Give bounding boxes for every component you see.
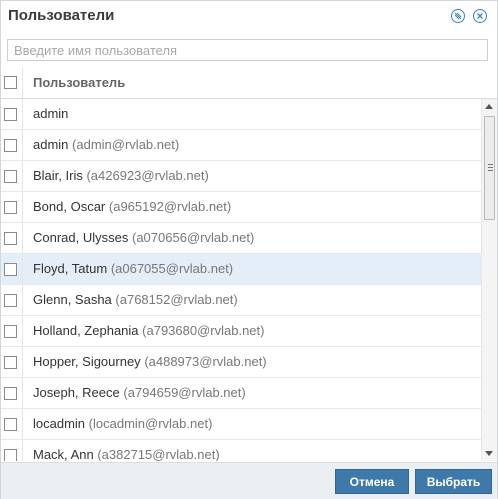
grid-header: Пользователь bbox=[1, 68, 497, 99]
user-email: (a070656@rvlab.net) bbox=[132, 230, 255, 245]
dialog-title: Пользователи bbox=[8, 7, 115, 24]
column-divider bbox=[22, 440, 23, 461]
user-list: admin admin (admin@rvlab.net) Blair, Iris … bbox=[1, 99, 481, 461]
column-divider bbox=[22, 347, 23, 377]
column-divider bbox=[22, 99, 23, 129]
row-checkbox[interactable] bbox=[4, 108, 17, 121]
user-row[interactable]: Floyd, Tatum (a067055@rvlab.net) bbox=[1, 254, 481, 285]
user-email: (a768152@rvlab.net) bbox=[115, 292, 238, 307]
user-name: Mack, Ann bbox=[33, 447, 94, 461]
row-checkbox[interactable] bbox=[4, 139, 17, 152]
user-cell: admin (admin@rvlab.net) bbox=[33, 137, 179, 152]
user-email: (admin@rvlab.net) bbox=[72, 137, 180, 152]
column-divider bbox=[22, 285, 23, 315]
row-checkbox[interactable] bbox=[4, 387, 17, 400]
column-divider bbox=[22, 130, 23, 160]
scroll-up-arrow-icon[interactable] bbox=[485, 104, 493, 109]
user-row[interactable]: Holland, Zephania (a793680@rvlab.net) bbox=[1, 316, 481, 347]
column-divider bbox=[22, 68, 23, 98]
user-email: (a965192@rvlab.net) bbox=[108, 199, 232, 214]
grip-line bbox=[488, 164, 493, 165]
row-checkbox[interactable] bbox=[4, 201, 17, 214]
users-dialog: Пользователи Пользователь adminadmin (ad… bbox=[0, 0, 498, 499]
column-divider bbox=[22, 161, 23, 191]
user-row[interactable]: Glenn, Sasha (a768152@rvlab.net) bbox=[1, 285, 481, 316]
user-name: Blair, Iris bbox=[33, 168, 83, 183]
row-checkbox[interactable] bbox=[4, 356, 17, 369]
user-cell: Conrad, Ulysses (a070656@rvlab.net) bbox=[33, 230, 254, 245]
help-icon[interactable] bbox=[451, 9, 465, 23]
grip-line bbox=[488, 170, 493, 171]
row-checkbox[interactable] bbox=[4, 449, 17, 461]
user-email: (locadmin@rvlab.net) bbox=[88, 416, 213, 431]
user-cell: admin bbox=[33, 106, 68, 121]
user-cell: Glenn, Sasha (a768152@rvlab.net) bbox=[33, 292, 238, 307]
user-email: (a793680@rvlab.net) bbox=[142, 323, 265, 338]
user-email: (a488973@rvlab.net) bbox=[144, 354, 267, 369]
column-divider bbox=[22, 316, 23, 346]
column-divider bbox=[22, 223, 23, 253]
user-row[interactable]: admin (admin@rvlab.net) bbox=[1, 130, 481, 161]
row-checkbox[interactable] bbox=[4, 418, 17, 431]
user-search-input[interactable] bbox=[7, 39, 488, 61]
user-cell: Holland, Zephania (a793680@rvlab.net) bbox=[33, 323, 264, 338]
column-header-user[interactable]: Пользователь bbox=[33, 75, 125, 90]
user-row[interactable]: locadmin (locadmin@rvlab.net) bbox=[1, 409, 481, 440]
user-row[interactable]: Blair, Iris (a426923@rvlab.net) bbox=[1, 161, 481, 192]
vertical-scrollbar[interactable] bbox=[481, 99, 497, 461]
row-checkbox[interactable] bbox=[4, 294, 17, 307]
select-button[interactable]: Выбрать bbox=[415, 469, 492, 494]
close-icon[interactable] bbox=[473, 9, 487, 23]
user-cell: Hopper, Sigourney (a488973@rvlab.net) bbox=[33, 354, 267, 369]
user-row[interactable]: Conrad, Ulysses (a070656@rvlab.net) bbox=[1, 223, 481, 254]
user-row[interactable]: Hopper, Sigourney (a488973@rvlab.net) bbox=[1, 347, 481, 378]
cancel-button[interactable]: Отмена bbox=[335, 469, 409, 494]
user-email: (a426923@rvlab.net) bbox=[86, 168, 209, 183]
user-name: admin bbox=[33, 106, 69, 121]
user-row[interactable]: admin bbox=[1, 99, 481, 130]
user-cell: locadmin (locadmin@rvlab.net) bbox=[33, 416, 212, 431]
user-email: (a067055@rvlab.net) bbox=[110, 261, 234, 276]
user-email: (a794659@rvlab.net) bbox=[123, 385, 246, 400]
row-checkbox[interactable] bbox=[4, 170, 17, 183]
user-cell: Blair, Iris (a426923@rvlab.net) bbox=[33, 168, 209, 183]
user-cell: Mack, Ann (a382715@rvlab.net) bbox=[33, 447, 220, 461]
user-name: admin bbox=[33, 137, 69, 152]
user-name: Glenn, Sasha bbox=[33, 292, 112, 307]
user-cell: Bond, Oscar (a965192@rvlab.net) bbox=[33, 199, 231, 214]
user-name: Holland, Zephania bbox=[33, 323, 139, 338]
column-divider bbox=[22, 378, 23, 408]
dialog-titlebar: Пользователи bbox=[1, 1, 497, 33]
user-row[interactable]: Mack, Ann (a382715@rvlab.net) bbox=[1, 440, 481, 461]
user-name: Hopper, Sigourney bbox=[33, 354, 141, 369]
dialog-footer: Отмена Выбрать bbox=[1, 462, 497, 499]
user-row[interactable]: Joseph, Reece (a794659@rvlab.net) bbox=[1, 378, 481, 409]
user-name: Conrad, Ulysses bbox=[33, 230, 129, 245]
user-cell: Joseph, Reece (a794659@rvlab.net) bbox=[33, 385, 246, 400]
column-divider bbox=[22, 254, 23, 284]
user-name: locadmin bbox=[33, 416, 86, 431]
row-checkbox[interactable] bbox=[4, 232, 17, 245]
user-name: Floyd, Tatum bbox=[33, 261, 108, 276]
column-divider bbox=[22, 409, 23, 439]
user-name: Bond, Oscar bbox=[33, 199, 106, 214]
grip-line bbox=[488, 167, 493, 168]
scroll-down-arrow-icon[interactable] bbox=[485, 451, 493, 456]
user-row[interactable]: Bond, Oscar (a965192@rvlab.net) bbox=[1, 192, 481, 223]
scrollbar-thumb[interactable] bbox=[484, 116, 495, 220]
row-checkbox[interactable] bbox=[4, 263, 17, 276]
user-email: (a382715@rvlab.net) bbox=[97, 447, 220, 461]
user-cell: Floyd, Tatum (a067055@rvlab.net) bbox=[33, 261, 233, 276]
user-name: Joseph, Reece bbox=[33, 385, 120, 400]
column-divider bbox=[22, 192, 23, 222]
select-all-checkbox[interactable] bbox=[4, 76, 17, 89]
row-checkbox[interactable] bbox=[4, 325, 17, 338]
